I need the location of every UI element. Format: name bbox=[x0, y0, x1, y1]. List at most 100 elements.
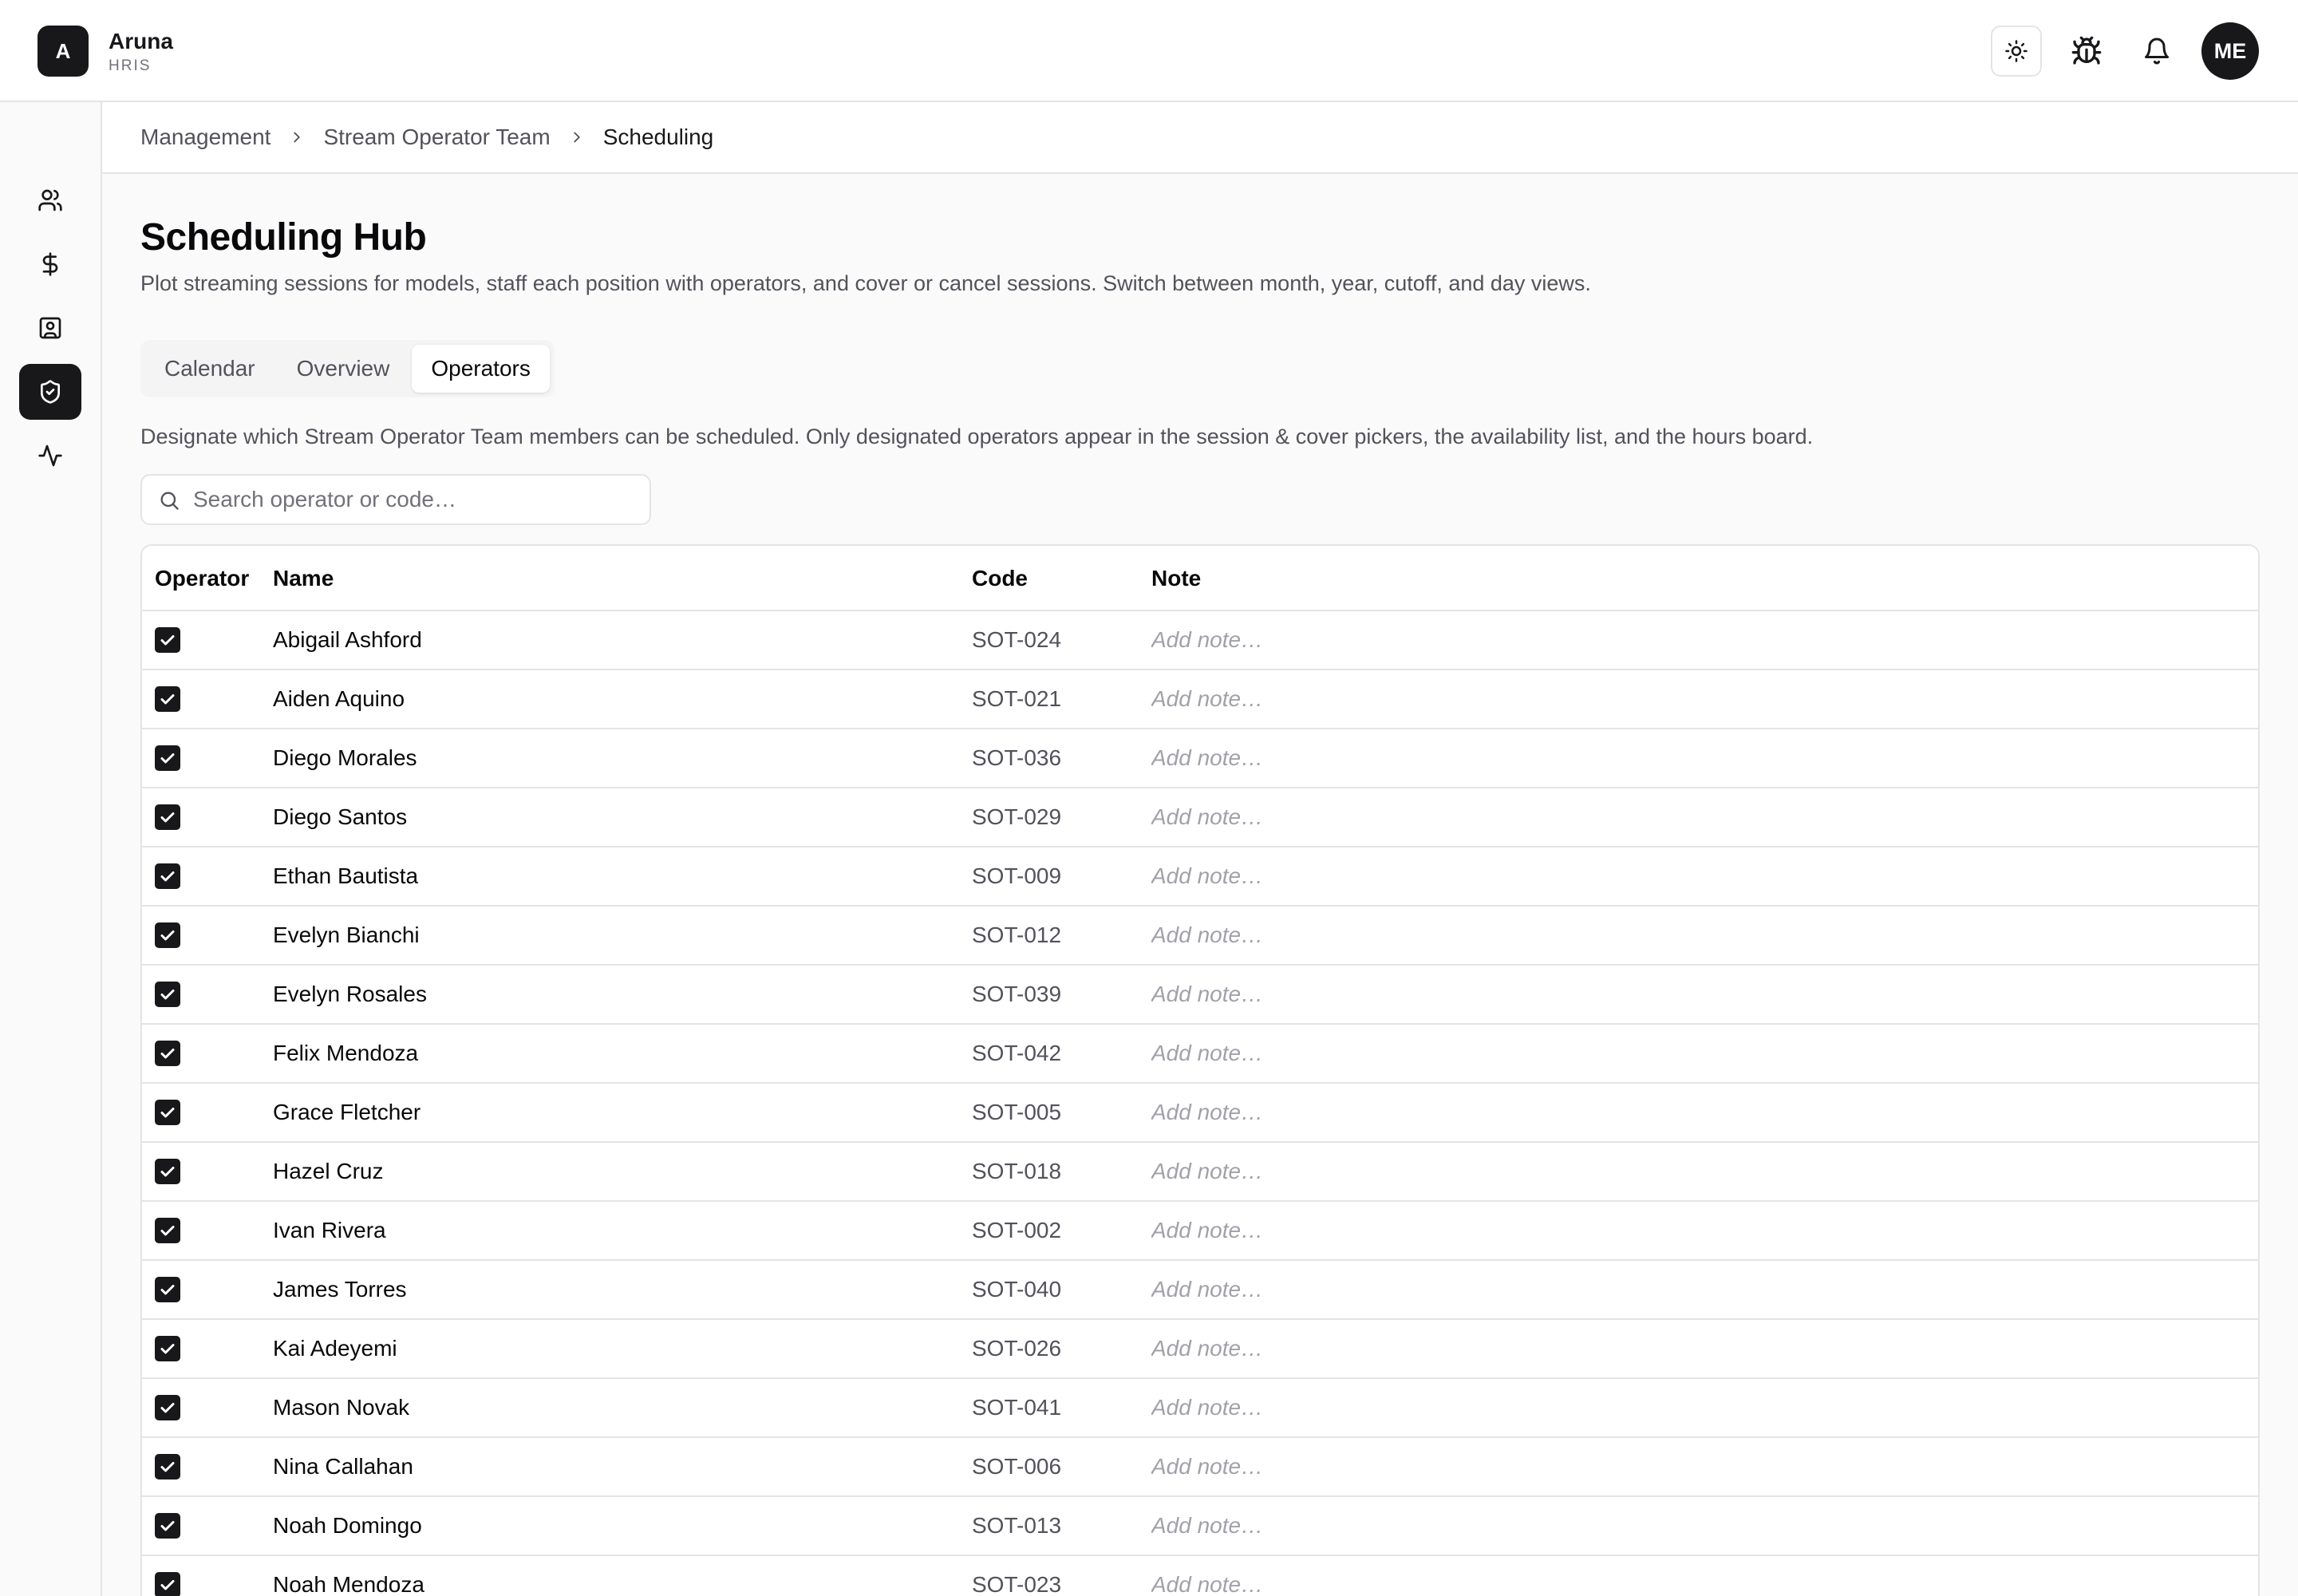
operator-checkbox[interactable] bbox=[155, 1513, 180, 1539]
note-input[interactable] bbox=[1151, 972, 2245, 1017]
table-body: Abigail Ashford SOT-024 Aiden Aquino SOT… bbox=[142, 611, 2258, 1596]
tab-operators[interactable]: Operators bbox=[412, 345, 550, 393]
note-input[interactable] bbox=[1151, 913, 2245, 958]
operator-checkbox[interactable] bbox=[155, 804, 180, 830]
brand-logo[interactable]: A bbox=[38, 26, 89, 77]
sidebar-item-payroll[interactable] bbox=[19, 236, 81, 292]
operator-name: Kai Adeyemi bbox=[273, 1336, 397, 1361]
theme-toggle-button[interactable] bbox=[1991, 26, 2042, 77]
operator-name: Abigail Ashford bbox=[273, 627, 422, 652]
operator-code: SOT-018 bbox=[972, 1159, 1062, 1183]
operator-checkbox[interactable] bbox=[155, 1218, 180, 1243]
table-row: Diego Santos SOT-029 bbox=[142, 788, 2258, 847]
search-box bbox=[140, 474, 651, 525]
operator-name: James Torres bbox=[273, 1277, 407, 1302]
breadcrumb-management[interactable]: Management bbox=[140, 124, 270, 150]
operator-code: SOT-024 bbox=[972, 627, 1062, 652]
note-input[interactable] bbox=[1151, 1031, 2245, 1076]
note-input[interactable] bbox=[1151, 1149, 2245, 1194]
brand-name: Aruna bbox=[109, 29, 173, 53]
operator-name: Hazel Cruz bbox=[273, 1159, 384, 1183]
operator-code: SOT-012 bbox=[972, 922, 1062, 947]
operator-checkbox[interactable] bbox=[155, 863, 180, 889]
operator-checkbox[interactable] bbox=[155, 1277, 180, 1302]
check-icon bbox=[160, 635, 175, 646]
operator-checkbox[interactable] bbox=[155, 982, 180, 1007]
operator-checkbox[interactable] bbox=[155, 627, 180, 653]
table-row: Noah Mendoza SOT-023 bbox=[142, 1556, 2258, 1596]
note-input[interactable] bbox=[1151, 1208, 2245, 1253]
operators-info-text: Designate which Stream Operator Team mem… bbox=[140, 425, 1814, 448]
operator-checkbox[interactable] bbox=[155, 1454, 180, 1479]
bug-report-button[interactable] bbox=[2061, 26, 2112, 77]
operator-code: SOT-036 bbox=[972, 745, 1062, 770]
tab-overview[interactable]: Overview bbox=[278, 345, 409, 393]
sidebar-item-activity[interactable] bbox=[19, 428, 81, 484]
breadcrumb-current: Scheduling bbox=[602, 124, 714, 149]
check-icon bbox=[160, 1462, 175, 1472]
note-input[interactable] bbox=[1151, 1267, 2245, 1312]
search-input[interactable] bbox=[193, 476, 640, 523]
table-row: James Torres SOT-040 bbox=[142, 1261, 2258, 1320]
column-header-code: Code bbox=[972, 566, 1028, 591]
note-input[interactable] bbox=[1151, 1503, 2245, 1548]
table-row: Ivan Rivera SOT-002 bbox=[142, 1202, 2258, 1261]
breadcrumb-bar: Management Stream Operator Team Scheduli… bbox=[102, 102, 2298, 174]
operator-code: SOT-042 bbox=[972, 1041, 1062, 1065]
table-header: Operator Name Code Note bbox=[142, 546, 2258, 611]
operator-checkbox[interactable] bbox=[155, 1100, 180, 1125]
check-icon bbox=[160, 871, 175, 882]
page-title: Scheduling Hub bbox=[140, 216, 427, 259]
breadcrumb: Management Stream Operator Team Scheduli… bbox=[140, 102, 713, 172]
check-icon bbox=[160, 753, 175, 764]
breadcrumb-team[interactable]: Stream Operator Team bbox=[323, 124, 550, 150]
note-input[interactable] bbox=[1151, 1326, 2245, 1371]
table-row: Evelyn Rosales SOT-039 bbox=[142, 966, 2258, 1025]
check-icon bbox=[160, 930, 175, 941]
page-description: Plot streaming sessions for models, staf… bbox=[140, 271, 1591, 295]
notifications-button[interactable] bbox=[2131, 26, 2182, 77]
operator-checkbox[interactable] bbox=[155, 686, 180, 712]
operator-checkbox[interactable] bbox=[155, 1572, 180, 1596]
note-input[interactable] bbox=[1151, 618, 2245, 662]
sun-icon bbox=[2005, 40, 2028, 62]
operator-checkbox[interactable] bbox=[155, 922, 180, 948]
note-input[interactable] bbox=[1151, 795, 2245, 839]
operator-checkbox[interactable] bbox=[155, 1159, 180, 1184]
operator-name: Diego Morales bbox=[273, 745, 417, 770]
operator-name: Grace Fletcher bbox=[273, 1100, 421, 1124]
operator-checkbox[interactable] bbox=[155, 1336, 180, 1361]
table-row: Abigail Ashford SOT-024 bbox=[142, 611, 2258, 670]
column-header-name: Name bbox=[273, 566, 334, 591]
table-row: Mason Novak SOT-041 bbox=[142, 1379, 2258, 1438]
id-card-icon bbox=[39, 317, 61, 339]
users-icon bbox=[38, 189, 62, 211]
column-header-operator: Operator bbox=[155, 566, 250, 591]
operator-name: Ivan Rivera bbox=[273, 1218, 386, 1242]
note-input[interactable] bbox=[1151, 854, 2245, 899]
operator-code: SOT-002 bbox=[972, 1218, 1062, 1242]
tab-calendar[interactable]: Calendar bbox=[145, 345, 274, 393]
note-input[interactable] bbox=[1151, 1385, 2245, 1430]
note-input[interactable] bbox=[1151, 1444, 2245, 1489]
operator-checkbox[interactable] bbox=[155, 745, 180, 771]
note-input[interactable] bbox=[1151, 736, 2245, 780]
note-input[interactable] bbox=[1151, 1562, 2245, 1596]
sidebar-item-directory[interactable] bbox=[19, 300, 81, 356]
sidebar-item-people[interactable] bbox=[19, 172, 81, 228]
note-input[interactable] bbox=[1151, 1090, 2245, 1135]
sidebar-item-management[interactable] bbox=[19, 364, 81, 420]
activity-icon bbox=[38, 444, 62, 467]
view-tabs: Calendar Overview Operators bbox=[140, 340, 555, 397]
note-input[interactable] bbox=[1151, 677, 2245, 721]
check-icon bbox=[160, 1285, 175, 1295]
operator-code: SOT-029 bbox=[972, 804, 1062, 829]
operator-checkbox[interactable] bbox=[155, 1395, 180, 1420]
operator-name: Diego Santos bbox=[273, 804, 408, 829]
check-icon bbox=[160, 1049, 175, 1059]
main-content: Scheduling Hub Plot streaming sessions f… bbox=[102, 174, 2298, 1596]
user-avatar[interactable]: ME bbox=[2201, 22, 2259, 80]
table-row: Evelyn Bianchi SOT-012 bbox=[142, 907, 2258, 966]
operator-checkbox[interactable] bbox=[155, 1041, 180, 1066]
operator-code: SOT-039 bbox=[972, 982, 1062, 1006]
